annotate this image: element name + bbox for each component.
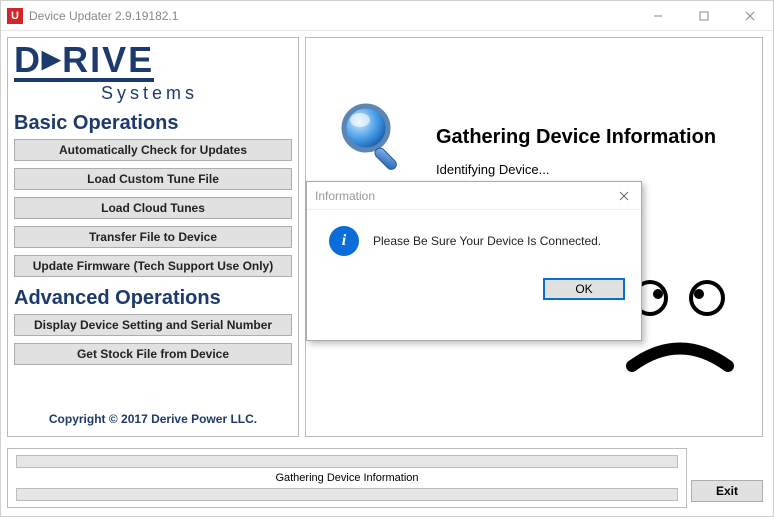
progress-label: Gathering Device Information (16, 472, 678, 484)
minimize-button[interactable] (635, 1, 681, 30)
progress-panel: Gathering Device Information (7, 448, 687, 508)
advanced-operations-heading: Advanced Operations (14, 287, 292, 310)
update-firmware-button[interactable]: Update Firmware (Tech Support Use Only) (14, 255, 292, 277)
dialog-title: Information (315, 189, 375, 203)
dialog-message: Please Be Sure Your Device Is Connected. (373, 234, 601, 248)
app-icon: U (7, 8, 23, 24)
window-title: Device Updater 2.9.19182.1 (29, 9, 635, 23)
ok-button[interactable]: OK (543, 278, 625, 300)
progress-bar-bottom (16, 488, 678, 501)
status-heading: Gathering Device Information (436, 126, 716, 149)
exit-button[interactable]: Exit (691, 480, 763, 502)
logo: D▸RIVE Systems (14, 42, 292, 102)
dialog-close-button[interactable] (615, 188, 633, 204)
operations-panel: D▸RIVE Systems Basic Operations Automati… (7, 37, 299, 437)
load-cloud-tunes-button[interactable]: Load Cloud Tunes (14, 197, 292, 219)
window-controls (635, 1, 773, 30)
display-device-settings-button[interactable]: Display Device Setting and Serial Number (14, 314, 292, 336)
progress-bar-top (16, 455, 678, 468)
maximize-button[interactable] (681, 1, 727, 30)
dialog-titlebar: Information (307, 182, 641, 210)
transfer-file-button[interactable]: Transfer File to Device (14, 226, 292, 248)
load-custom-tune-button[interactable]: Load Custom Tune File (14, 168, 292, 190)
basic-operations-heading: Basic Operations (14, 112, 292, 135)
close-button[interactable] (727, 1, 773, 30)
info-icon: i (329, 226, 359, 256)
titlebar: U Device Updater 2.9.19182.1 (1, 1, 773, 31)
copyright-text: Copyright © 2017 Derive Power LLC. (8, 412, 298, 426)
information-dialog: Information i Please Be Sure Your Device… (306, 181, 642, 341)
auto-check-updates-button[interactable]: Automatically Check for Updates (14, 139, 292, 161)
get-stock-file-button[interactable]: Get Stock File from Device (14, 343, 292, 365)
status-subtext: Identifying Device... (436, 162, 549, 177)
magnifier-icon (336, 98, 416, 178)
